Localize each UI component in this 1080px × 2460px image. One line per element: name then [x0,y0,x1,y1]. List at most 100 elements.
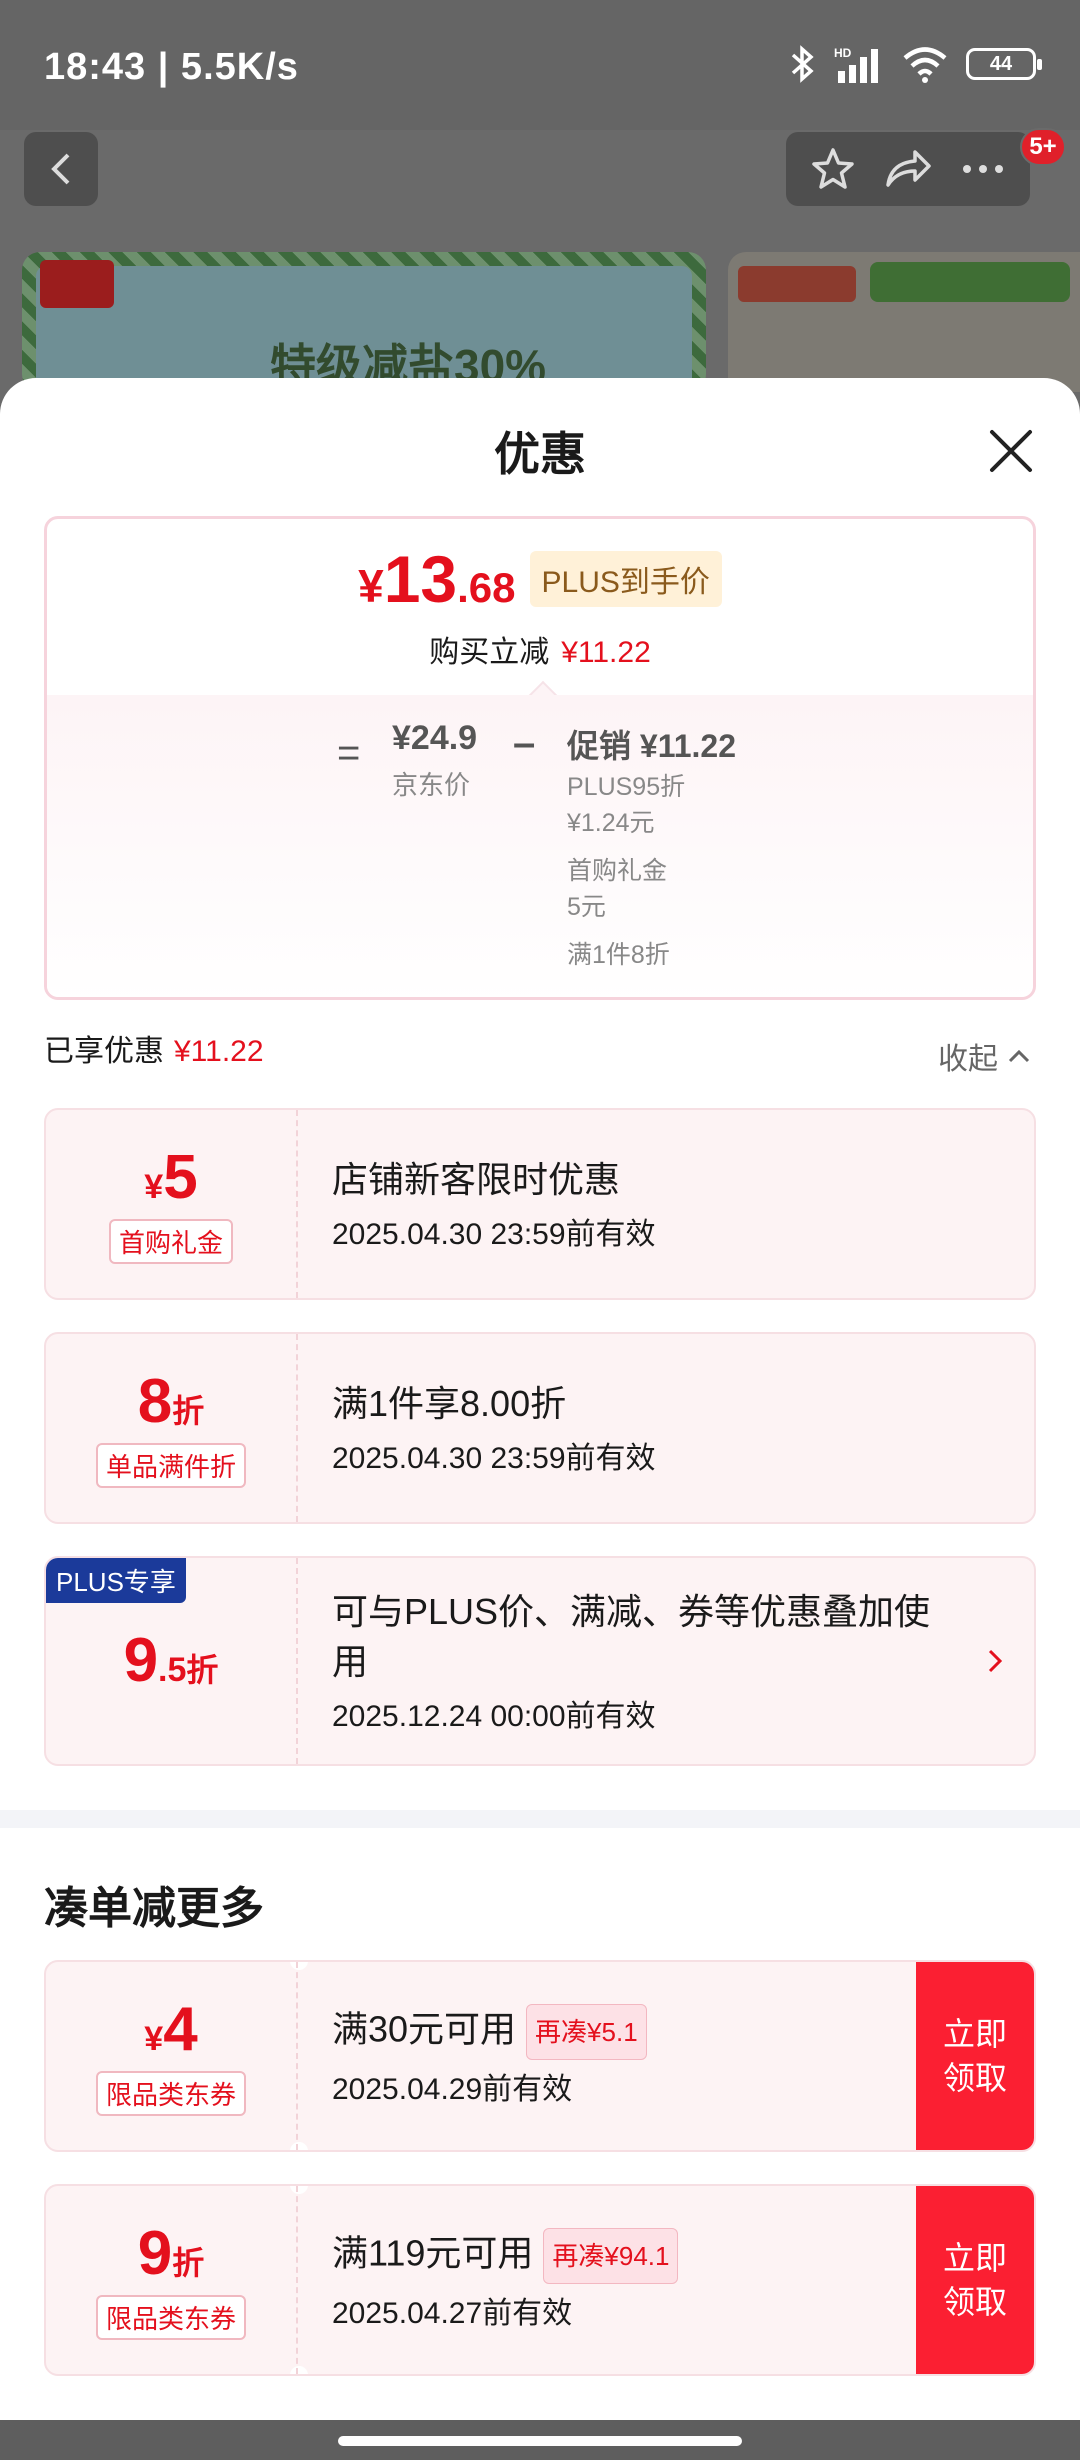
final-price: ¥ 13 .68 PLUS到手价 [47,541,1033,617]
status-bar: 18:43 | 5.5K/s HD 44 [0,0,1080,130]
collapse-toggle[interactable]: 收起 [938,1034,1030,1078]
status-icons: HD 44 [790,44,1042,84]
enjoyed-discount-label: 已享优惠 [44,1035,164,1068]
coupon-type: 单品满件折 [95,1442,246,1488]
battery-icon: 44 [966,48,1042,80]
equals-sign: = [337,731,361,775]
price-decimal: .68 [457,564,516,611]
chevron-right-icon [988,1649,1003,1673]
coupon-value: ¥5 首购礼金 [46,1110,298,1298]
promotion-detail: 5元 [567,893,606,921]
coupon-amount: 9 [123,1626,159,1695]
instant-discount: 购买立减 ¥11.22 [47,627,1033,671]
coupon-amount: 4 [163,1994,198,2064]
message-count-badge: 5+ [1020,128,1066,166]
coupon-validity: 2025.04.30 23:59前有效 [332,1442,656,1475]
bluetooth-icon [791,45,814,83]
signal-icon: HD [834,46,878,83]
share-icon[interactable] [883,145,933,193]
svg-text:HD: HD [834,46,852,60]
promotion-details: PLUS95折 ¥1.24元 首购礼金 5元 满1件8折 [567,769,685,973]
star-icon[interactable] [809,145,857,193]
coupon-info: 满30元可用 再凑¥5.1 2025.04.29前有效 [332,1962,647,2150]
promotion-detail: 首购礼金 [567,857,668,885]
plus-price-tag: PLUS到手价 [529,551,722,607]
claim-button-label: 立即领取 [942,2240,1007,2320]
sheet-title: 优惠 [494,428,586,480]
jd-price-value: ¥24.9 [392,719,478,757]
claim-coupon-button[interactable]: 立即领取 [916,1962,1034,2150]
more-discounts-title: 凑单减更多 [44,1884,264,1933]
more-icon[interactable] [959,145,1007,193]
coupon-info: 满1件享8.00折 2025.04.30 23:59前有效 [332,1334,656,1522]
coupon-value: 9折 限品类东券 [46,2186,298,2374]
coupon-currency: ¥ [144,2019,164,2058]
coupon-description: 满119元可用 [332,2232,534,2274]
coupon-card: ¥5 首购礼金 店铺新客限时优惠 2025.04.30 23:59前有效 [44,1108,1036,1300]
claimable-coupon-card: ¥4 限品类东券 满30元可用 再凑¥5.1 2025.04.29前有效 立即领取 [44,1960,1036,2152]
claim-coupon-button[interactable]: 立即领取 [916,2186,1034,2374]
coupon-info: 店铺新客限时优惠 2025.04.30 23:59前有效 [332,1110,656,1298]
discount-sheet: 优惠 ¥ 13 .68 PLUS到手价 购买立减 ¥11.22 = ¥24.9 京… [0,378,1080,2420]
promotion-label: 促销 [567,728,632,764]
promotion-total: 促销 ¥11.22 [567,721,736,767]
price-integer: 13 [383,542,458,616]
instant-discount-label: 购买立减 [429,636,550,669]
coupon-validity: 2025.04.29前有效 [332,2073,573,2106]
instant-discount-value: ¥11.22 [561,636,651,669]
chevron-up-icon [1008,1049,1030,1063]
status-time: 18:43 | 5.5K/s [44,46,299,88]
coupon-suffix: 折 [172,2244,205,2281]
promotion-value: ¥11.22 [639,728,737,764]
promotion-detail: 满1件8折 [567,941,670,969]
back-button[interactable] [24,132,98,206]
claim-button-label: 立即领取 [942,2016,1007,2096]
price-currency: ¥ [358,560,384,612]
claimable-coupon-card: 9折 限品类东券 满119元可用 再凑¥94.1 2025.04.27前有效 立即… [44,2184,1036,2376]
coupon-type: 限品类东券 [95,2294,246,2340]
coupon-description: 满1件享8.00折 [332,1383,567,1424]
coupon-info: 可与PLUS价、满减、券等优惠叠加使用 2025.12.24 00:00前有效 [332,1558,952,1764]
coupon-description: 店铺新客限时优惠 [332,1159,621,1200]
home-indicator-bar [0,2420,1080,2460]
coupon-currency: ¥ [144,1167,164,1206]
coupon-validity: 2025.12.24 00:00前有效 [332,1700,656,1733]
minus-sign: – [513,721,536,765]
add-more-tag: 再凑¥94.1 [543,2228,679,2284]
coupon-suffix: 折 [172,1392,205,1429]
wifi-icon [903,47,947,83]
chevron-left-icon [51,153,70,185]
enjoyed-discount-value: ¥11.22 [174,1035,264,1068]
coupon-amount: 8 [137,1366,173,1436]
close-button[interactable] [976,416,1046,486]
home-indicator[interactable] [338,2436,742,2446]
coupon-suffix: 折 [186,1652,219,1688]
coupon-type: 限品类东券 [95,2070,246,2116]
coupon-info: 满119元可用 再凑¥94.1 2025.04.27前有效 [332,2186,679,2374]
coupon-validity: 2025.04.30 23:59前有效 [332,1218,656,1251]
coupon-type: 首购礼金 [108,1218,233,1264]
coupon-description: 满30元可用 [332,2008,517,2050]
section-divider [0,1810,1080,1828]
coupon-amount: 5 [163,1142,198,1212]
final-price-section: ¥ 13 .68 PLUS到手价 购买立减 ¥11.22 [47,519,1033,695]
coupon-amount: 9 [137,2218,173,2288]
price-breakdown-card: ¥ 13 .68 PLUS到手价 购买立减 ¥11.22 = ¥24.9 京东价 … [44,516,1036,1000]
add-more-tag: 再凑¥5.1 [526,2004,647,2060]
coupon-description: 可与PLUS价、满减、券等优惠叠加使用 [332,1591,931,1682]
coupon-validity: 2025.04.27前有效 [332,2297,573,2330]
coupon-card: 8折 单品满件折 满1件享8.00折 2025.04.30 23:59前有效 [44,1332,1036,1524]
close-icon [990,430,1032,472]
brand-logo [40,260,114,308]
coupon-value: 8折 单品满件折 [46,1334,298,1522]
price-formula: = ¥24.9 京东价 – 促销 ¥11.22 PLUS95折 ¥1.24元 首… [47,695,1033,997]
product-thumbnail [728,252,1080,392]
enjoyed-discount: 已享优惠 ¥11.22 [44,1026,264,1070]
collapse-label: 收起 [938,1043,998,1076]
coupon-value: ¥4 限品类东券 [46,1962,298,2150]
coupon-decimal: .5 [158,1651,187,1689]
plus-exclusive-badge: PLUS专享 [46,1558,186,1603]
plus-coupon-card[interactable]: 9.5 折 PLUS专享 可与PLUS价、满减、券等优惠叠加使用 2025.12.… [44,1556,1036,1766]
jd-price-label: 京东价 [392,770,471,800]
promotion-detail: ¥1.24元 [567,809,655,837]
